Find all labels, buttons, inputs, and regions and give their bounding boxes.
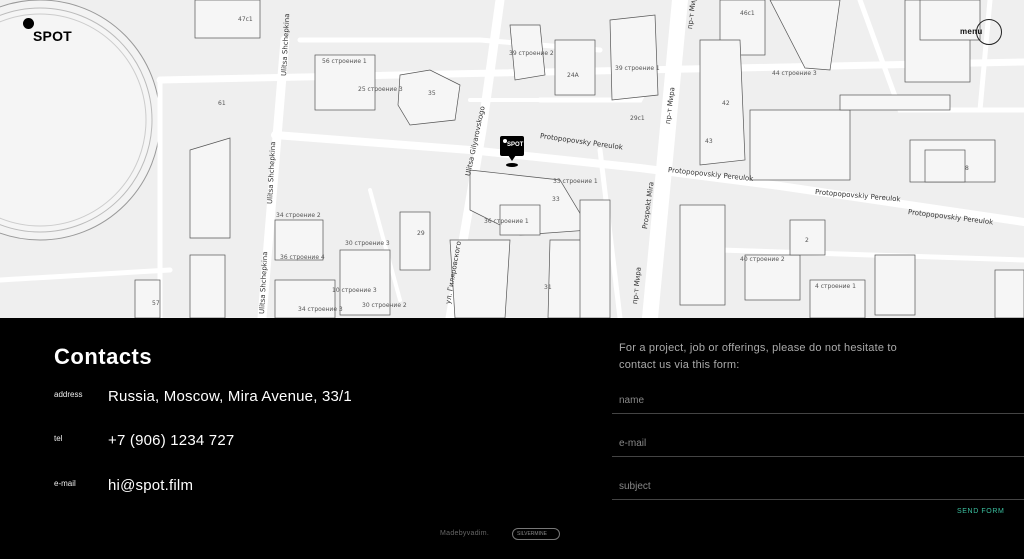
- map-building-label: 44 строение 3: [772, 70, 817, 77]
- contacts-title: Contacts: [54, 344, 153, 369]
- brand-logo[interactable]: SPOT: [23, 18, 83, 44]
- silvermine-logo[interactable]: SILVERMINE: [512, 528, 560, 540]
- map-building-label: 34 строение 2: [276, 212, 321, 219]
- map-building-label: 25 строение 3: [358, 86, 403, 93]
- map[interactable]: Protopopovsky Pereulok Protopopovskiy Pe…: [0, 0, 1024, 318]
- contacts-section: Contacts address Russia, Moscow, Mira Av…: [0, 318, 1024, 559]
- map-building-label: 43: [705, 138, 713, 145]
- map-building-label: 36 строение 1: [484, 218, 529, 225]
- logo-text: SPOT: [33, 28, 72, 44]
- form-intro: For a project, job or offerings, please …: [619, 342, 898, 371]
- tel-value[interactable]: +7 (906) 1234 727: [108, 432, 234, 449]
- email-label: e-mail: [54, 479, 76, 488]
- map-building-label: 39 строение 2: [509, 50, 554, 57]
- map-building-label: 57: [152, 300, 160, 307]
- email-field[interactable]: [612, 423, 1024, 457]
- map-building-label: 30 строение 3: [345, 240, 390, 247]
- pin-marker-icon: SPOT: [500, 136, 524, 161]
- map-building-label: 2: [805, 237, 809, 244]
- address-label: address: [54, 390, 83, 399]
- subject-field[interactable]: [612, 466, 1024, 500]
- map-building-label: 46с1: [740, 10, 755, 17]
- map-building-label: 29с1: [630, 115, 645, 122]
- map-building-label: 29: [417, 230, 425, 237]
- map-building-label: 10 строение 3: [332, 287, 377, 294]
- map-building-label: 35: [428, 90, 436, 97]
- map-building-label: 33 строение 1: [553, 178, 598, 185]
- menu-circle-icon: [976, 19, 1002, 45]
- map-building-label: 33: [552, 196, 560, 203]
- map-building-label: 36 строение 4: [280, 254, 325, 261]
- madeby-credit[interactable]: Madebyvadim.: [440, 530, 489, 537]
- map-building-label: 30 строение 2: [362, 302, 407, 309]
- map-building-label: 42: [722, 100, 730, 107]
- map-building-label: 56 строение 1: [322, 58, 367, 65]
- menu-button[interactable]: menu: [960, 19, 1004, 47]
- map-building-label: 31: [544, 284, 552, 291]
- map-building-label: 40 строение 2: [740, 256, 785, 263]
- pin-shadow: [506, 163, 518, 167]
- map-building-label: 47с1: [238, 16, 253, 23]
- map-building-label: 4 строение 1: [815, 283, 856, 290]
- name-field[interactable]: [612, 380, 1024, 414]
- map-building-label: 24А: [567, 72, 579, 79]
- map-building-label: 8: [965, 165, 969, 172]
- map-location-pin[interactable]: SPOT: [500, 136, 526, 168]
- map-building-label: 39 строение 1: [615, 65, 660, 72]
- map-building-label: 34 строение 3: [298, 306, 343, 313]
- email-value[interactable]: hi@spot.film: [108, 477, 193, 494]
- send-form-button[interactable]: SEND FORM: [957, 508, 1004, 515]
- tel-label: tel: [54, 434, 63, 443]
- address-value: Russia, Moscow, Mira Avenue, 33/1: [108, 388, 352, 405]
- pin-label: SPOT: [507, 142, 524, 148]
- map-building-label: 61: [218, 100, 226, 107]
